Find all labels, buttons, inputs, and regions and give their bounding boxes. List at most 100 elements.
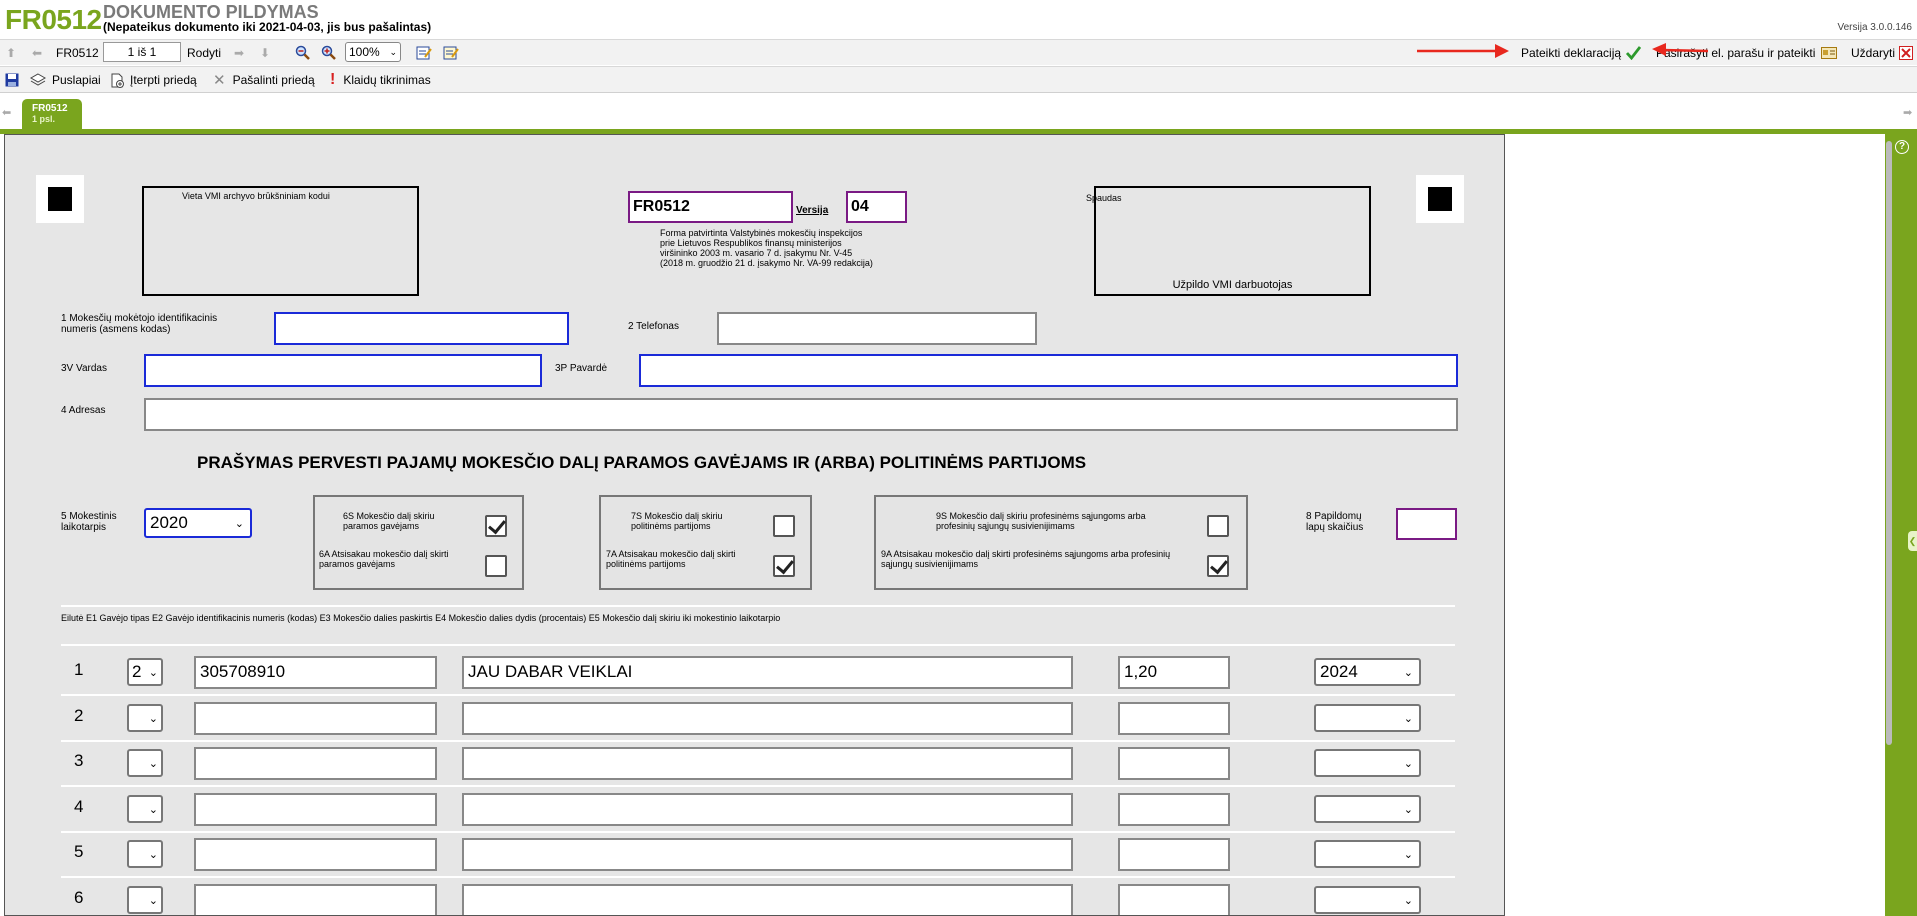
remove-attachment-button[interactable]: ✕ Pašalinti priedą [213,69,315,91]
edit-form-icon[interactable] [416,42,432,64]
percent-input[interactable] [1118,884,1230,915]
insert-attachment-button[interactable]: Įterpti priedą [110,69,197,91]
year-select[interactable]: ⌄ [1314,886,1421,914]
show-button[interactable]: Rodyti [187,42,221,64]
extra-pages-input[interactable] [1396,508,1457,540]
version-label: Versija 3.0.0.146 [1837,22,1913,33]
insert-document-icon [110,73,125,88]
f6s-label: 6S Mokesčio dalį skiriu paramos gavėjams [343,511,435,531]
zoom-in-icon[interactable] [321,42,337,64]
recipient-id-input[interactable] [194,838,437,871]
approval-text: Forma patvirtinta Valstybinės mokesčių i… [660,228,873,268]
f7s-checkbox[interactable] [773,515,795,537]
last-name-label: 3P Pavardė [555,363,608,374]
recipient-type-select[interactable]: ⌄ [127,886,163,914]
first-name-input[interactable] [144,354,542,387]
tab-page: 1 psl. [32,114,56,124]
stamp-box: Spaudas Užpildo VMI darbuotojas [1086,186,1371,296]
form-main-title: PRAŠYMAS PERVESTI PAJAMŲ MOKESČIO DALĮ P… [197,453,1087,472]
row-divider [61,876,1455,878]
zoom-select[interactable]: 100% ⌄ [345,42,401,62]
form-code-field: FR0512 [628,191,793,223]
year-select[interactable]: ⌄ [1314,749,1421,777]
recipient-id-input[interactable] [194,702,437,735]
row-number: 6 [74,888,84,907]
vertical-scrollbar[interactable] [1884,137,1895,749]
f6s-checkbox[interactable] [485,515,507,537]
recipient-type-select[interactable]: ⌄ [127,704,163,732]
year-select[interactable]: ⌄ [1314,704,1421,732]
tax-period-select[interactable]: 2020 ⌄ [144,508,252,538]
year-select[interactable]: 2024 ⌄ [1314,658,1421,686]
zoom-out-icon[interactable] [295,42,311,64]
recipient-type-select[interactable]: ⌄ [127,749,163,777]
f6a-checkbox[interactable] [485,555,507,577]
help-icon[interactable]: ? [1895,140,1909,154]
tab-scroll-left-icon[interactable]: ⬅ [2,106,11,119]
empty-canvas [1505,134,1885,916]
first-name-label: 3V Vardas [61,363,107,374]
recipient-id-input[interactable]: 305708910 [194,656,437,689]
f7a-checkbox[interactable] [773,555,795,577]
last-name-input[interactable] [639,354,1458,387]
recipient-id-input[interactable] [194,884,437,915]
last-page-icon[interactable]: ⬇ [260,42,270,64]
error-check-button[interactable]: ! Klaidų tikrinimas [330,69,431,91]
navigation-toolbar: ⬆ ⬅ FR0512 Rodyti ➡ ⬇ 100%⌄ Pateikti dek… [0,39,1917,65]
row-divider [61,694,1455,696]
pages-button[interactable]: Puslapiai [30,69,101,91]
row-divider [61,785,1455,787]
purpose-input[interactable] [462,702,1073,735]
page-number-input[interactable] [103,42,181,62]
save-icon[interactable] [5,69,19,91]
purpose-input[interactable] [462,747,1073,780]
political-parties-group: 7S Mokesčio dalį skiriu politinėms parti… [599,495,812,590]
percent-input[interactable]: 1,20 [1118,656,1230,689]
edit-form-alt-icon[interactable] [443,42,459,64]
percent-input[interactable] [1118,747,1230,780]
recipient-id-input[interactable] [194,793,437,826]
first-page-icon[interactable]: ⬆ [6,42,16,64]
recipient-id-input[interactable] [194,747,437,780]
purpose-input[interactable] [462,884,1073,915]
trade-unions-group: 9S Mokesčio dalį skiriu profesinėms sąju… [874,495,1248,590]
recipient-type-select[interactable]: 2 ⌄ [127,658,163,686]
recipient-type-select[interactable]: ⌄ [127,840,163,868]
address-label: 4 Adresas [61,405,106,416]
exclamation-icon: ! [330,71,336,88]
archive-box-label: Vieta VMI archyvo brūkšniniam kodui [182,191,330,201]
address-input[interactable] [144,398,1458,431]
f9a-checkbox[interactable] [1207,555,1229,577]
percent-input[interactable] [1118,793,1230,826]
app-subtitle: (Nepateikus dokumento iki 2021-04-03, ji… [103,20,432,34]
tab-fr0512[interactable]: FR0512 1 psl. [22,99,82,130]
year-select[interactable]: ⌄ [1314,795,1421,823]
purpose-input[interactable] [462,793,1073,826]
purpose-input[interactable]: JAU DABAR VEIKLAI [462,656,1073,689]
tab-scroll-right-icon[interactable]: ➡ [1903,106,1912,119]
row-number: 3 [74,751,84,770]
phone-input[interactable] [717,312,1037,345]
doc-code-label: FR0512 [56,46,99,60]
taxpayer-id-input[interactable] [274,312,569,345]
row-divider [61,831,1455,833]
f9s-checkbox[interactable] [1207,515,1229,537]
purpose-input[interactable] [462,838,1073,871]
tax-period-label: 5 Mokestinis laikotarpis [61,511,117,533]
form-page: Vieta VMI archyvo brūkšniniam kodui FR05… [4,134,1505,916]
f7a-label: 7A Atsisakau mokesčio dalį skirti politi… [606,549,736,569]
prev-page-icon[interactable]: ⬅ [32,42,42,64]
row-divider [61,740,1455,742]
row-number: 2 [74,706,84,725]
percent-input[interactable] [1118,838,1230,871]
panel-toggle-icon[interactable]: ❮ [1908,531,1917,551]
next-page-icon[interactable]: ➡ [234,42,244,64]
percent-input[interactable] [1118,702,1230,735]
close-button[interactable]: Uždaryti [1851,42,1914,64]
recipient-type-select[interactable]: ⌄ [127,795,163,823]
remove-x-icon: ✕ [213,72,226,89]
submit-button[interactable]: Pateikti deklaraciją [1521,42,1642,64]
taxpayer-id-label: 1 Mokesčių mokėtojo identifikacinis nume… [61,313,218,335]
f7s-label: 7S Mokesčio dalį skiriu politinėms parti… [631,511,723,531]
year-select[interactable]: ⌄ [1314,840,1421,868]
